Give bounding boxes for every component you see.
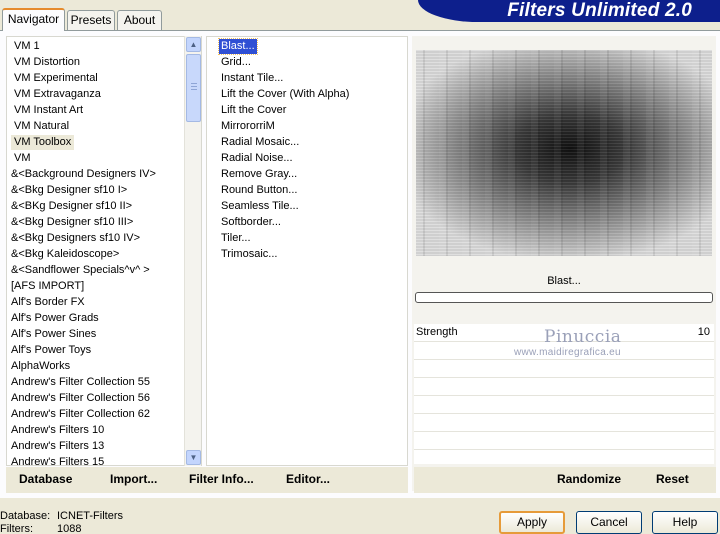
preview-image [416,50,712,256]
category-item[interactable]: VM [11,151,34,166]
watermark-name: Pinuccia [544,327,622,347]
filter-item[interactable]: Radial Mosaic... [219,135,301,150]
category-item[interactable]: Andrew's Filters 15 [8,455,107,465]
scroll-up-icon[interactable]: ▲ [186,37,201,52]
filter-item[interactable]: Radial Noise... [219,151,295,166]
filters-count-label: Filters: [0,523,33,534]
category-item[interactable]: &<Sandflower Specials^v^ > [8,263,153,278]
parameter-row-empty [414,378,714,396]
category-item[interactable]: Andrew's Filter Collection 56 [8,391,153,406]
randomize-button[interactable]: Randomize [557,472,621,486]
filter-item[interactable]: Trimosaic... [219,247,279,262]
filter-item[interactable]: Instant Tile... [219,71,285,86]
category-item[interactable]: AlphaWorks [8,359,73,374]
scroll-thumb[interactable] [186,54,201,122]
filter-item-selected[interactable]: Blast... [218,38,258,55]
filter-info-button[interactable]: Filter Info... [189,472,254,486]
category-item[interactable]: &<Bkg Designer sf10 I> [8,183,130,198]
preview-panel: Blast... Strength 10 Pinuccia www.maidir… [412,36,716,491]
parameter-value[interactable]: 10 [698,326,710,338]
filter-item[interactable]: Remove Gray... [219,167,299,182]
database-value: ICNET-Filters [57,510,123,522]
filters-count-value: 1088 [57,523,82,534]
preview-toolbar: Randomize Reset [414,467,716,493]
category-item[interactable]: &<Bkg Designer sf10 III> [8,215,136,230]
parameter-name: Strength [416,326,458,338]
parameter-row-empty [414,450,714,468]
editor-button[interactable]: Editor... [286,472,330,486]
parameter-list: Strength 10 Pinuccia www.maidiregrafica.… [414,324,714,468]
filter-item[interactable]: Tiler... [219,231,253,246]
parameter-row-empty [414,396,714,414]
category-item[interactable]: Andrew's Filters 10 [8,423,107,438]
tab-about[interactable]: About [117,10,162,30]
filter-item[interactable]: Softborder... [219,215,283,230]
cancel-button[interactable]: Cancel [576,511,642,534]
apply-button[interactable]: Apply [499,511,565,534]
category-item[interactable]: Alf's Border FX [8,295,88,310]
filter-list[interactable]: Blast... Grid... Instant Tile... Lift th… [206,36,408,466]
watermark-url: www.maidiregrafica.eu [514,347,621,358]
category-item-selected[interactable]: VM Toolbox [11,135,75,150]
category-list[interactable]: VM 1 VM Distortion VM Experimental VM Ex… [6,36,202,466]
database-label: Database: [0,510,51,522]
category-item[interactable]: VM Extravaganza [11,87,104,102]
category-item[interactable]: VM Distortion [11,55,83,70]
title-banner: Filters Unlimited 2.0 [418,0,720,22]
category-item[interactable]: [AFS IMPORT] [8,279,87,294]
parameter-row-empty [414,360,714,378]
progress-bar [415,292,713,303]
filter-item[interactable]: Grid... [219,55,253,70]
parameter-row-empty [414,432,714,450]
category-item[interactable]: VM Experimental [11,71,101,86]
import-button[interactable]: Import... [110,472,157,486]
category-item[interactable]: Alf's Power Grads [8,311,102,326]
category-item[interactable]: VM 1 [11,39,43,54]
filter-item[interactable]: Lift the Cover (With Alpha) [219,87,351,102]
category-item[interactable]: Andrew's Filter Collection 62 [8,407,153,422]
app-title: Filters Unlimited 2.0 [507,0,692,21]
scroll-down-icon[interactable]: ▼ [186,450,201,465]
navigator-panel: VM 1 VM Distortion VM Experimental VM Ex… [0,30,720,498]
filter-item[interactable]: Lift the Cover [219,103,288,118]
grip-icon [191,83,197,92]
filter-item[interactable]: MirrororriM [219,119,277,134]
reset-button[interactable]: Reset [656,472,689,486]
category-scrollbar[interactable]: ▲ ▼ [184,36,201,466]
filter-item[interactable]: Round Button... [219,183,299,198]
help-button[interactable]: Help [652,511,718,534]
category-item[interactable]: VM Instant Art [11,103,86,118]
category-item[interactable]: Alf's Power Toys [8,343,94,358]
navigator-toolbar: Database Import... Filter Info... Editor… [6,467,408,493]
category-item[interactable]: &<BKg Designer sf10 II> [8,199,135,214]
category-item[interactable]: VM Natural [11,119,72,134]
category-item[interactable]: &<Bkg Designers sf10 IV> [8,231,143,246]
category-item[interactable]: &<Bkg Kaleidoscope> [8,247,122,262]
tab-navigator[interactable]: Navigator [2,8,65,31]
category-item[interactable]: Andrew's Filters 13 [8,439,107,454]
category-item[interactable]: Andrew's Filter Collection 55 [8,375,153,390]
category-item[interactable]: Alf's Power Sines [8,327,99,342]
parameter-row-empty [414,414,714,432]
status-info: Database: ICNET-Filters Filters: 1088 [0,510,123,534]
category-item[interactable]: &<Background Designers IV> [8,167,159,182]
filter-item[interactable]: Seamless Tile... [219,199,301,214]
tab-presets[interactable]: Presets [67,10,115,30]
database-button[interactable]: Database [19,472,72,486]
filter-name-label: Blast... [547,275,581,287]
